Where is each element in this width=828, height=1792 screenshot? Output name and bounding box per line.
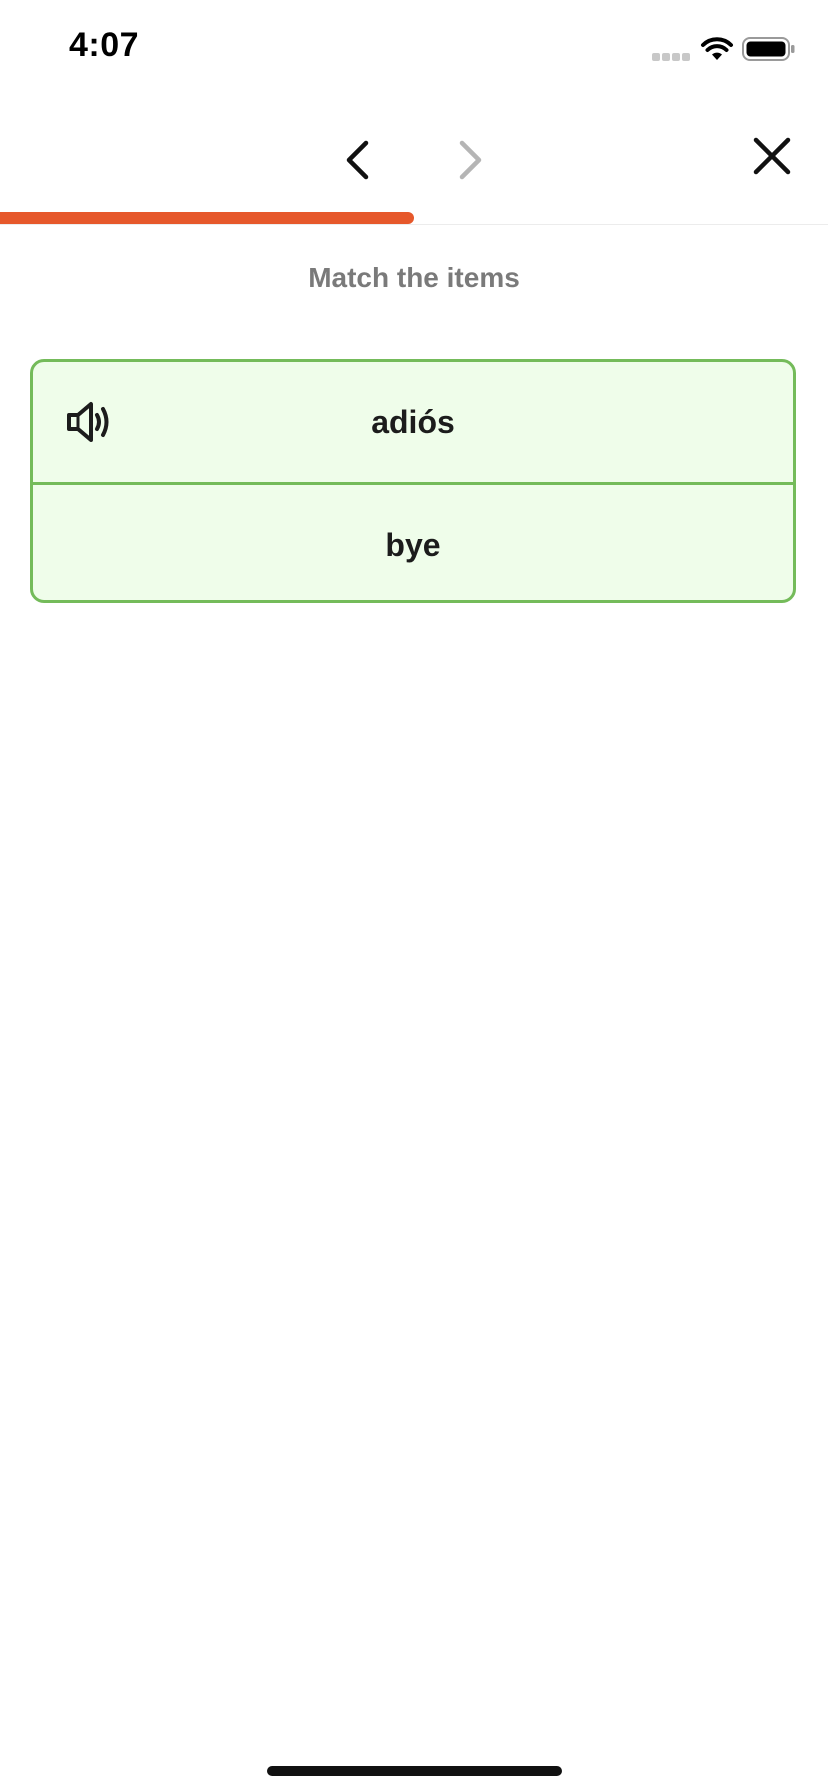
match-item-translation[interactable]: bye bbox=[33, 482, 793, 600]
match-item-word[interactable]: adiós bbox=[33, 362, 793, 482]
progress-fill bbox=[0, 212, 414, 224]
speaker-icon[interactable] bbox=[65, 400, 113, 444]
next-button[interactable] bbox=[441, 130, 501, 190]
matched-pair-card: adiós bye bbox=[30, 359, 796, 603]
lesson-progress-bar bbox=[0, 212, 828, 225]
home-indicator[interactable] bbox=[267, 1766, 562, 1776]
status-time: 4:07 bbox=[69, 26, 140, 64]
chevron-left-icon bbox=[346, 140, 369, 180]
close-icon bbox=[753, 137, 791, 175]
close-button[interactable] bbox=[742, 126, 802, 186]
wifi-icon bbox=[701, 37, 733, 60]
exercise-instruction: Match the items bbox=[308, 262, 520, 293]
match-word-text: adiós bbox=[371, 403, 455, 440]
battery-icon bbox=[742, 37, 795, 61]
chevron-right-icon bbox=[459, 140, 482, 180]
lesson-screen: 4:07 Match the items adiós bye bbox=[0, 0, 828, 1792]
previous-button[interactable] bbox=[327, 130, 387, 190]
match-translation-text: bye bbox=[385, 526, 441, 563]
signal-icon bbox=[652, 53, 690, 61]
